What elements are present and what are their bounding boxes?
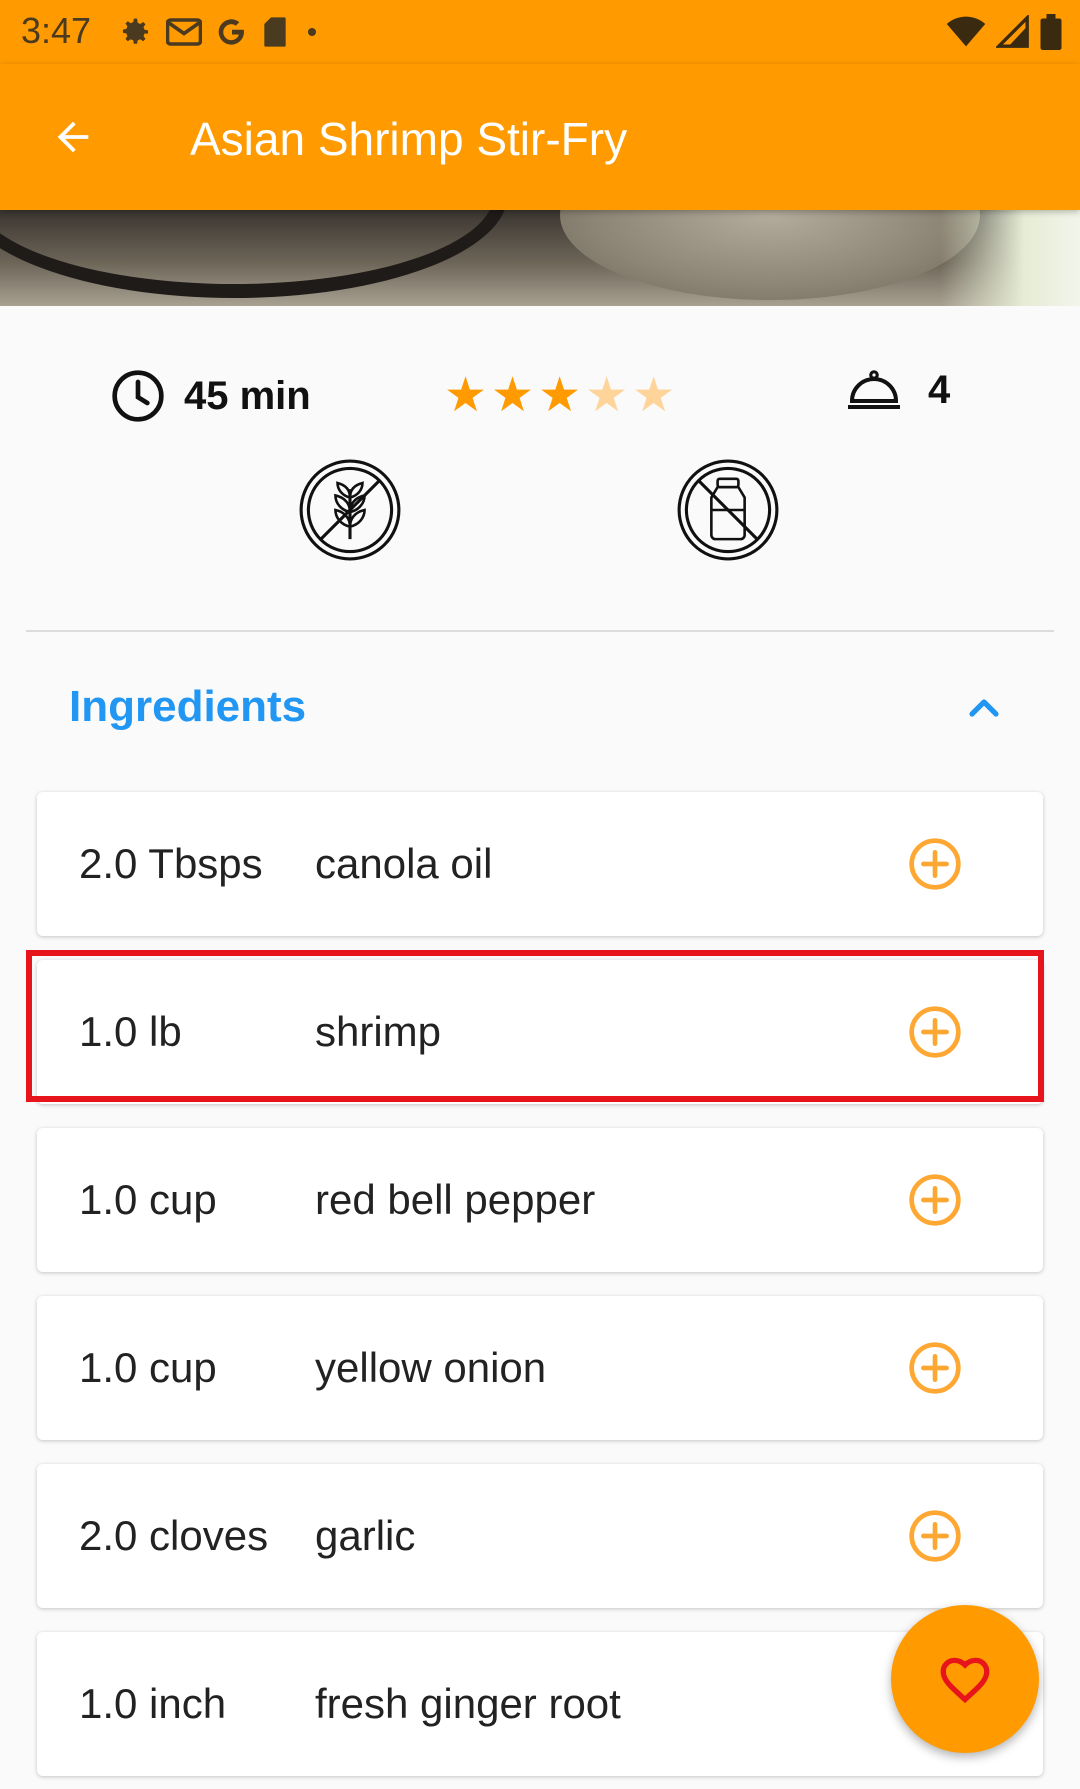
ingredient-item[interactable]: 1.0 cup yellow onion: [37, 1296, 1043, 1440]
status-icons-left: [120, 12, 322, 52]
back-button[interactable]: [36, 100, 110, 174]
ingredient-name: fresh ginger root: [315, 1680, 621, 1727]
ingredient-name: red bell pepper: [315, 1176, 596, 1223]
star-empty-icon: ★: [585, 369, 629, 422]
add-circle-icon[interactable]: [907, 1172, 963, 1228]
star-filled-icon: ★: [444, 369, 488, 422]
signal-icon: [996, 15, 1029, 48]
ingredient-item[interactable]: 1.0 inch fresh ginger root: [37, 1632, 1043, 1776]
page-title: Asian Shrimp Stir-Fry: [190, 113, 628, 165]
chevron-up-icon[interactable]: [960, 684, 1008, 732]
ingredient-name: yellow onion: [315, 1344, 547, 1391]
ingredients-section-header[interactable]: Ingredients: [0, 660, 1080, 754]
settings-icon: [122, 18, 148, 44]
recipe-stats: 45 min ★ ★ ★ ★ ★ 4: [0, 360, 1080, 430]
star-filled-icon: ★: [491, 369, 535, 422]
ingredient-quantity: 1.0 inch: [79, 1680, 227, 1727]
ingredient-quantity: 1.0 cup: [79, 1176, 217, 1223]
dot-icon: [308, 28, 316, 36]
divider: [26, 630, 1054, 632]
serving-dish-icon: [848, 369, 900, 409]
ingredient-name: garlic: [315, 1512, 416, 1559]
star-filled-icon: ★: [538, 369, 582, 422]
add-circle-icon[interactable]: [907, 1508, 963, 1564]
cook-time-label: 45 min: [184, 373, 311, 418]
add-circle-icon[interactable]: [907, 1340, 963, 1396]
ingredient-item[interactable]: 1.0 cup red bell pepper: [37, 1128, 1043, 1272]
cook-time: 45 min: [110, 368, 311, 424]
ingredient-quantity: 1.0 cup: [79, 1344, 217, 1391]
status-time: 3:47: [21, 10, 92, 51]
gmail-icon: [166, 18, 202, 46]
ingredient-item[interactable]: 2.0 Tbsps canola oil: [37, 792, 1043, 936]
ingredient-item[interactable]: 2.0 cloves garlic: [37, 1464, 1043, 1608]
ingredient-quantity: 1.0 lb: [79, 1008, 182, 1055]
clock-icon: [112, 370, 164, 422]
ingredients-title: Ingredients: [69, 682, 307, 731]
servings-count: 4: [928, 368, 951, 412]
battery-icon: [1040, 14, 1062, 50]
ingredient-name: shrimp: [315, 1008, 442, 1055]
ingredient-quantity: 2.0 Tbsps: [79, 840, 263, 887]
ingredient-quantity: 2.0 cloves: [79, 1512, 269, 1559]
recipe-hero-image: [0, 210, 1080, 306]
add-circle-icon[interactable]: [907, 836, 963, 892]
sd-card-icon: [264, 17, 286, 47]
favorite-button[interactable]: [891, 1605, 1039, 1753]
app-bar: Asian Shrimp Stir-Fry: [0, 64, 1080, 210]
dairy-free-icon: [677, 459, 779, 561]
rating-stars: ★ ★ ★ ★ ★: [444, 372, 675, 420]
add-circle-icon[interactable]: [907, 1004, 963, 1060]
ingredient-name: canola oil: [315, 840, 493, 887]
status-icons-right: [946, 12, 1062, 52]
arrow-back-icon: [57, 121, 89, 153]
servings: 4: [846, 368, 950, 413]
star-empty-icon: ★: [632, 369, 676, 422]
status-bar: 3:47: [0, 0, 1080, 64]
wifi-icon: [946, 16, 986, 47]
gluten-free-icon: [299, 459, 401, 561]
google-icon: [218, 19, 244, 45]
heart-icon: [940, 1657, 990, 1704]
ingredient-item[interactable]: 1.0 lb shrimp: [37, 960, 1043, 1104]
